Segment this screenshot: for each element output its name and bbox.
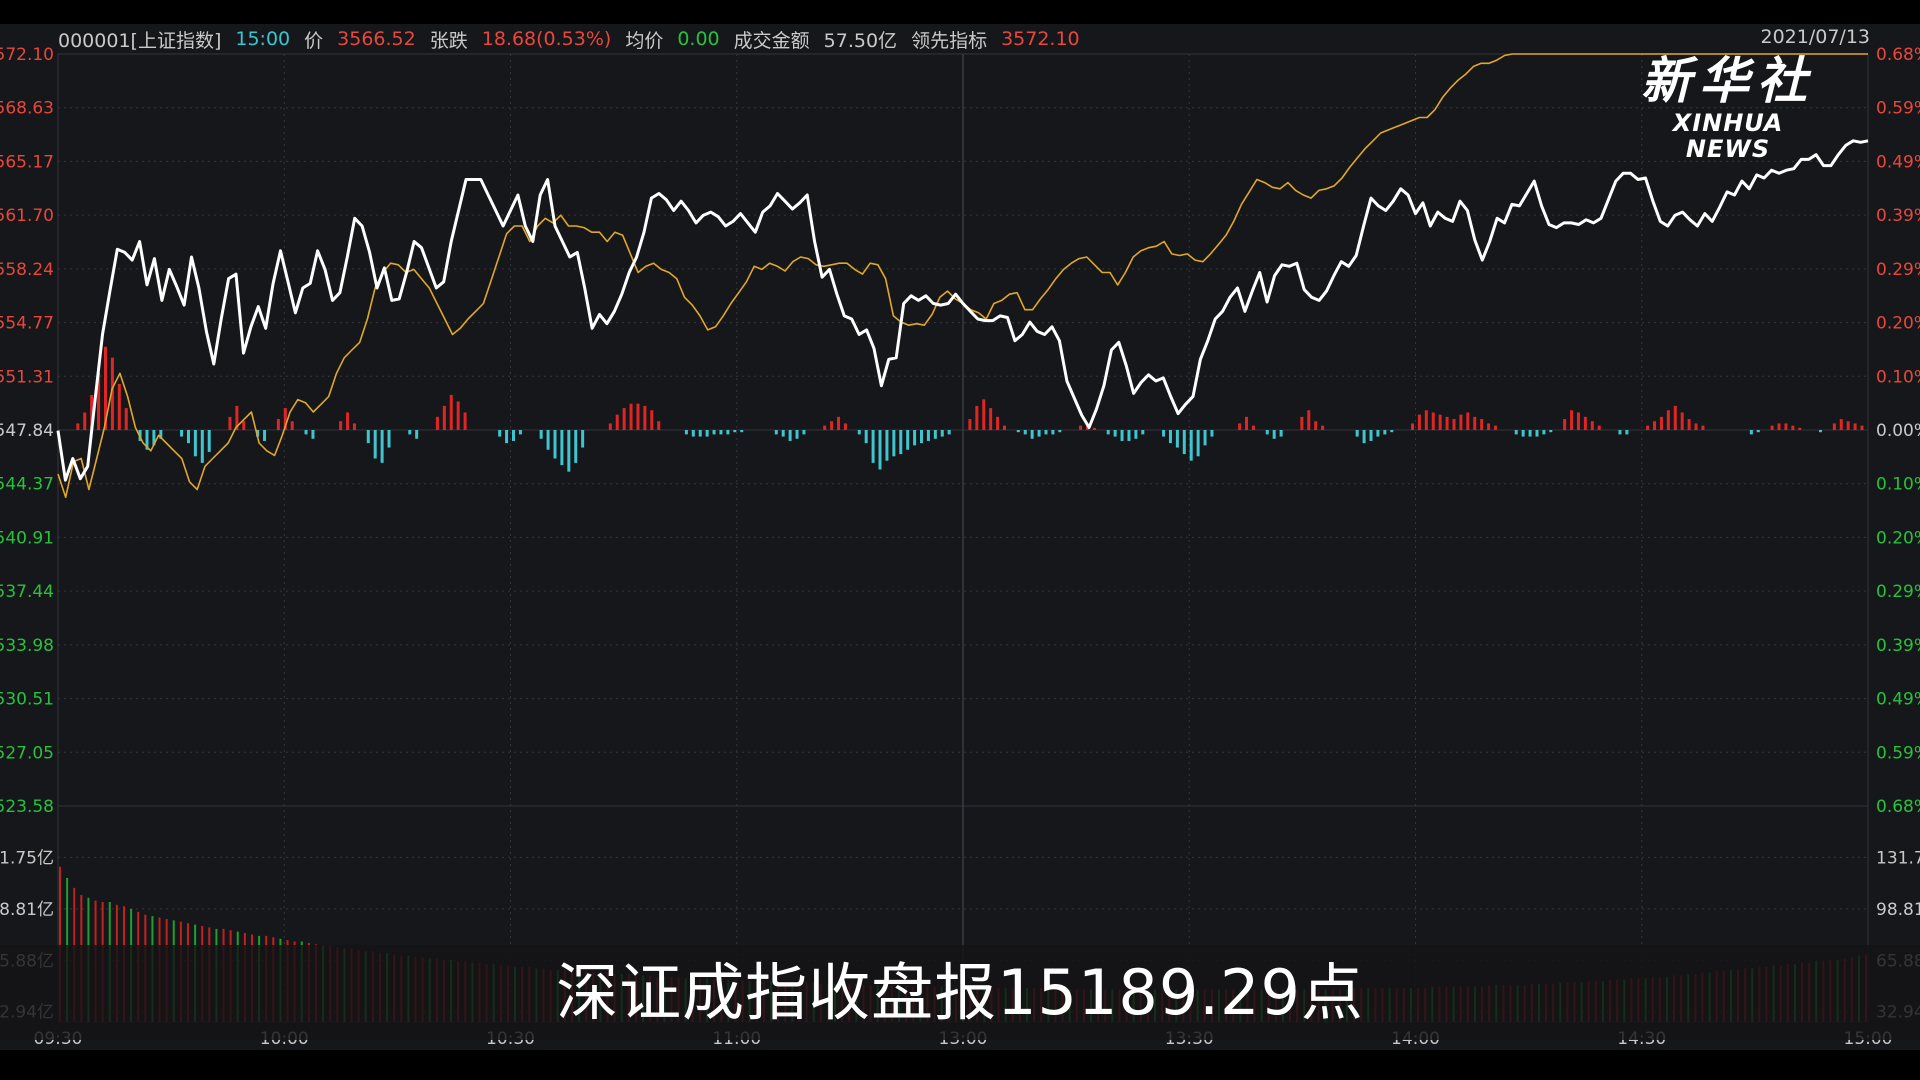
- logo-cn: 新华社: [1641, 51, 1815, 110]
- price-axis-label-left: 3523.58: [0, 797, 54, 817]
- volume-axis-label-right: 98.81: [1876, 900, 1920, 920]
- leading-value: 3572.10: [1001, 28, 1080, 50]
- price-axis-label-left: 3565.17: [0, 152, 54, 172]
- axis-labels: 3572.10 0.68% 3568.63 0.59% 3565.17 0.49% 3561…: [0, 45, 1920, 1049]
- quote-time: 15:00: [235, 28, 291, 50]
- price-axis-label-left: 3554.77: [0, 314, 54, 334]
- price-axis-label-left: 3572.10: [0, 45, 54, 65]
- price-value: 3566.52: [337, 28, 416, 50]
- price-axis-label-left: 3540.91: [0, 528, 54, 548]
- quote-header: 000001[上证指数] 15:00 价 3566.52 张跌 18.68(0.…: [58, 26, 1080, 52]
- change-value: 18.68(0.53%): [481, 28, 612, 50]
- price-axis-label-left: 3568.63: [0, 99, 54, 119]
- chart-screen: 3572.10 0.68% 3568.63 0.59% 3565.17 0.49% 3561…: [0, 0, 1920, 1080]
- price-axis-label-right: 0.00%: [1876, 421, 1920, 441]
- price-axis-label-right: 0.29%: [1876, 582, 1920, 602]
- avg-value: 0.00: [677, 28, 720, 50]
- chart-date: 2021/07/13: [1760, 26, 1870, 48]
- turnover-label: 成交金额: [733, 29, 810, 52]
- price-axis-label-right: 0.68%: [1876, 45, 1920, 65]
- price-axis-label-right: 0.20%: [1876, 528, 1920, 548]
- price-axis-label-left: 3530.51: [0, 690, 54, 710]
- price-axis-label-right: 0.68%: [1876, 797, 1920, 817]
- price-axis-label-right: 0.39%: [1876, 206, 1920, 226]
- grid: [57, 53, 1869, 1023]
- price-axis-label-left: 3558.24: [0, 260, 54, 280]
- price-axis-label-right: 0.10%: [1876, 475, 1920, 495]
- volume-axis-label-left: 98.81亿: [0, 900, 54, 920]
- price-axis-label-right: 0.49%: [1876, 690, 1920, 710]
- price-axis-label-left: 3551.31: [0, 367, 54, 387]
- change-label: 张跌: [429, 29, 468, 52]
- intraday-chart: 3572.10 0.68% 3568.63 0.59% 3565.17 0.49% 3561…: [0, 45, 1920, 1049]
- turnover-value: 57.50亿: [823, 29, 898, 52]
- price-axis-label-right: 0.10%: [1876, 367, 1920, 387]
- price-axis-label-right: 0.59%: [1876, 99, 1920, 119]
- subtitle-bar: 深证成指收盘报15189.29点: [0, 945, 1920, 1040]
- price-axis-label-left: 3533.98: [0, 636, 54, 656]
- price-axis-label-left: 3547.84: [0, 421, 54, 441]
- xinhua-logo: 新华社 XINHUA NEWS: [1628, 51, 1828, 163]
- avg-label: 均价: [625, 29, 664, 52]
- price-axis-label-right: 0.49%: [1876, 152, 1920, 172]
- price-axis-label-right: 0.20%: [1876, 314, 1920, 334]
- price-axis-label-left: 3537.44: [0, 582, 54, 602]
- price-axis-label-left: 3561.70: [0, 206, 54, 226]
- price-axis-label-right: 0.39%: [1876, 636, 1920, 656]
- price-label: 价: [304, 29, 324, 52]
- price-axis-label-right: 0.59%: [1876, 743, 1920, 763]
- leading-label: 领先指标: [911, 29, 988, 52]
- price-axis-label-left: 3527.05: [0, 743, 54, 763]
- logo-en: XINHUA NEWS: [1672, 109, 1784, 163]
- volume-axis-label-right: 131.75: [1876, 848, 1920, 868]
- price-axis-label-left: 3544.37: [0, 475, 54, 495]
- price-axis-label-right: 0.29%: [1876, 260, 1920, 280]
- subtitle-text: 深证成指收盘报15189.29点: [556, 956, 1364, 1029]
- volume-axis-label-left: 131.75亿: [0, 848, 54, 868]
- indicator-bars: [76, 346, 1864, 472]
- index-code: 000001[上证指数]: [58, 29, 222, 52]
